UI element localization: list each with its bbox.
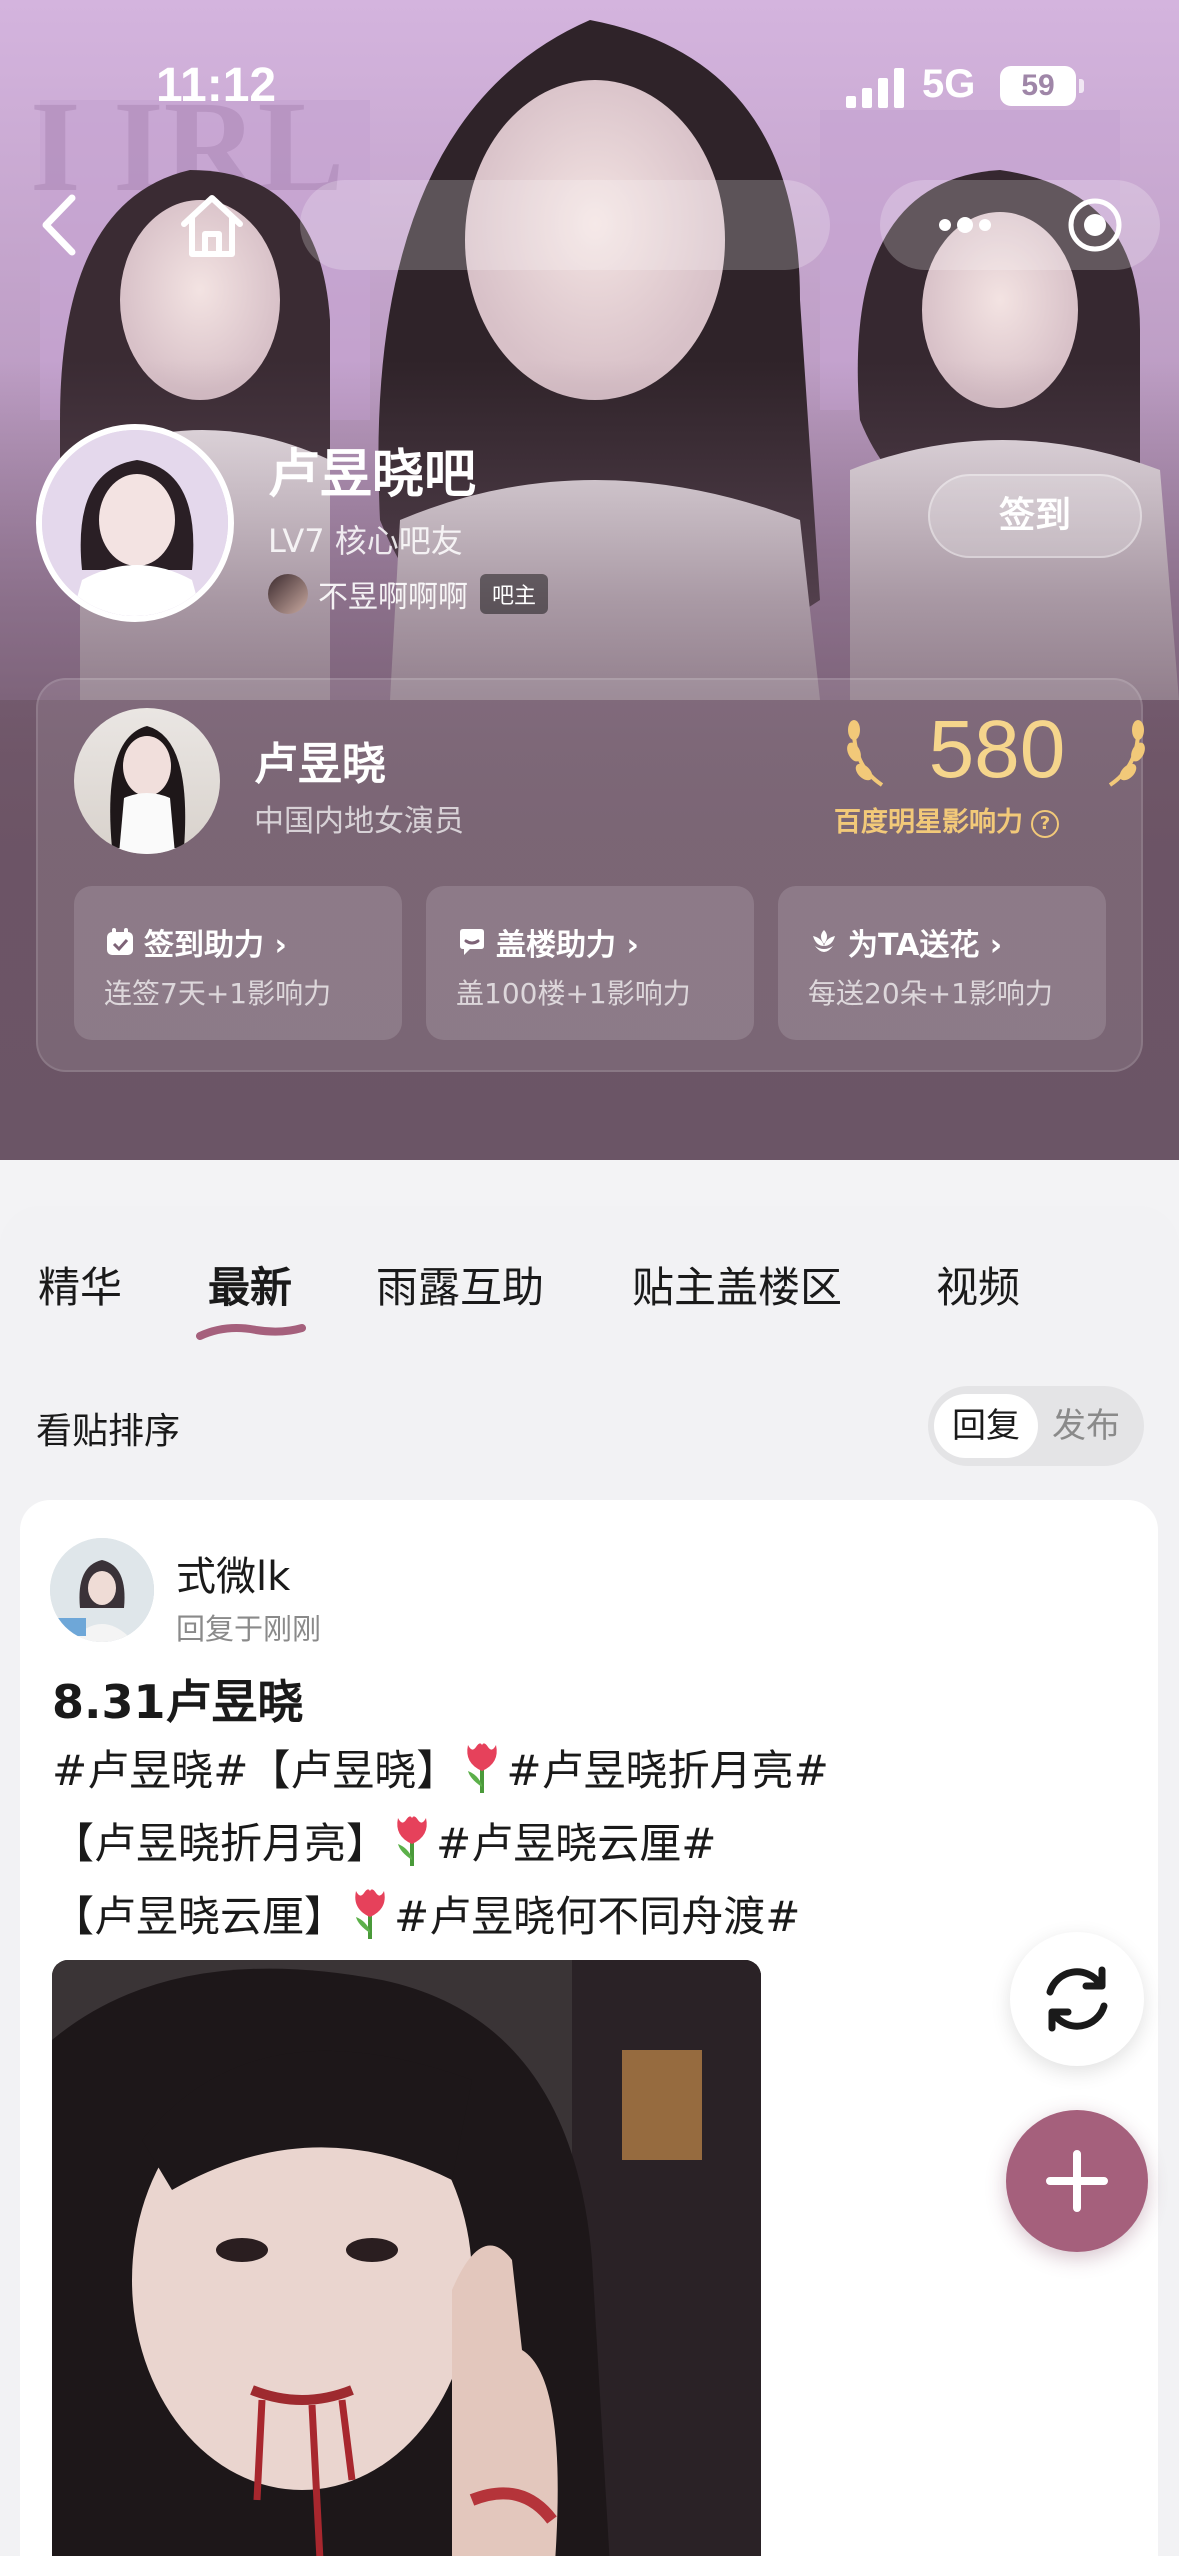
- signin-button[interactable]: 签到: [928, 474, 1142, 558]
- close-miniapp-icon[interactable]: [1065, 195, 1125, 255]
- forum-title: 卢昱晓吧: [268, 445, 477, 505]
- post-body: #卢昱晓#【卢昱晓】 #卢昱晓折月亮# 【卢昱晓折月亮】 #卢昱晓云厘# 【卢昱晓云…: [52, 1734, 1052, 1953]
- status-bar: 11:12 5G 59: [0, 0, 1179, 150]
- help-icon[interactable]: ?: [1031, 810, 1059, 838]
- boost-signin-desc: 连签7天+1影响力: [104, 977, 332, 1010]
- post-author-name[interactable]: 式微lk: [176, 1544, 290, 1602]
- boost-flower[interactable]: 为TA送花 › 每送20朵+1影响力: [778, 886, 1106, 1040]
- boost-floor[interactable]: 盖楼助力 › 盖100楼+1影响力: [426, 886, 754, 1040]
- refresh-icon: [1046, 1966, 1108, 2032]
- tab-video[interactable]: 视频: [936, 1254, 1020, 1315]
- back-icon[interactable]: [30, 190, 90, 260]
- signal-icon: [846, 68, 904, 108]
- tulip-emoji-icon: [467, 1743, 498, 1793]
- laurel-right-icon: [1108, 720, 1145, 787]
- post-image[interactable]: [52, 1960, 761, 2556]
- owner-avatar: [268, 574, 308, 614]
- flower-icon: [813, 930, 835, 952]
- network-type: 5G: [922, 62, 976, 106]
- status-time: 11:12: [156, 59, 277, 112]
- sort-by-reply[interactable]: 回复: [934, 1394, 1038, 1458]
- owner-badge: 吧主: [480, 574, 549, 614]
- forum-owner[interactable]: 不昱啊啊啊 吧主: [268, 572, 549, 616]
- tulip-emoji-icon: [397, 1816, 427, 1866]
- calendar-check-icon: [107, 928, 133, 955]
- post-hashtag[interactable]: #卢昱晓折月亮#: [506, 1746, 828, 1795]
- boost-signin-title: 签到助力 ›: [144, 928, 287, 963]
- battery-indicator: 59: [1000, 66, 1084, 106]
- feed-section: 精华 最新 雨露互助 贴主盖楼区 视频 看贴排序 回复 发布 式微lk 回复于刚…: [0, 1206, 1179, 2556]
- refresh-button[interactable]: [1010, 1932, 1144, 2066]
- boost-flower-title: 为TA送花 ›: [848, 928, 1003, 963]
- tab-latest[interactable]: 最新: [208, 1254, 292, 1315]
- chat-bubble-icon: [460, 929, 484, 955]
- post-hashtag[interactable]: #卢昱晓云厘#: [436, 1819, 716, 1868]
- star-occupation: 中国内地女演员: [254, 804, 464, 839]
- boost-signin[interactable]: 签到助力 › 连签7天+1影响力: [74, 886, 402, 1040]
- post-hashtag[interactable]: #卢昱晓何不同舟渡#: [394, 1892, 800, 1941]
- owner-name: 不昱啊啊啊: [318, 580, 468, 615]
- home-icon[interactable]: [172, 190, 252, 260]
- influence-label-text: 百度明星影响力: [834, 807, 1023, 838]
- boost-flower-desc: 每送20朵+1影响力: [808, 977, 1053, 1010]
- laurel-left-icon: [847, 720, 884, 787]
- post-time: 回复于刚刚: [176, 1612, 322, 1646]
- tab-mutual-help[interactable]: 雨露互助: [376, 1254, 544, 1315]
- star-card: 卢昱晓 中国内地女演员 580 百度明星影响力? 签到助力 › 连签7天+1影响…: [36, 678, 1145, 1072]
- more-icon[interactable]: [935, 200, 995, 250]
- create-post-button[interactable]: [1006, 2110, 1148, 2252]
- influence-score: 580: [928, 704, 1066, 795]
- feed-tabs: 精华 最新 雨露互助 贴主盖楼区 视频: [0, 1254, 1179, 1340]
- user-level: LV7 核心吧友: [268, 522, 463, 560]
- boost-floor-desc: 盖100楼+1影响力: [456, 977, 691, 1010]
- post-title: 8.31卢昱晓: [52, 1675, 304, 1729]
- post-card[interactable]: 式微lk 回复于刚刚 8.31卢昱晓 #卢昱晓#【卢昱晓】 #卢昱晓折月亮# 【卢…: [20, 1500, 1158, 2556]
- forum-avatar[interactable]: [36, 424, 234, 622]
- sort-toggle: 回复 发布: [928, 1386, 1144, 1466]
- top-nav: [0, 170, 1179, 280]
- post-text: 【卢昱晓折月亮】: [52, 1819, 389, 1868]
- star-name: 卢昱晓: [254, 739, 386, 790]
- sort-label: 看贴排序: [36, 1411, 181, 1452]
- tulip-emoji-icon: [355, 1889, 385, 1939]
- tab-featured[interactable]: 精华: [38, 1254, 122, 1315]
- influence-label[interactable]: 百度明星影响力?: [834, 800, 1059, 839]
- post-text: #卢昱晓#【卢昱晓】: [52, 1746, 459, 1795]
- plus-icon: [1046, 2150, 1108, 2212]
- active-tab-underline: [196, 1324, 306, 1340]
- post-author-avatar[interactable]: [50, 1538, 154, 1642]
- boost-floor-title: 盖楼助力 ›: [496, 928, 639, 963]
- post-text: 【卢昱晓云厘】: [52, 1892, 347, 1941]
- forum-header-banner: I IRL 11:12 5G 59 卢昱晓吧 LV7 核心吧友 不昱啊啊啊 吧主…: [0, 0, 1179, 1160]
- star-avatar[interactable]: [74, 708, 220, 854]
- sort-by-publish[interactable]: 发布: [1034, 1394, 1138, 1458]
- search-bar[interactable]: [300, 180, 830, 270]
- tab-floor-area[interactable]: 贴主盖楼区: [632, 1254, 842, 1315]
